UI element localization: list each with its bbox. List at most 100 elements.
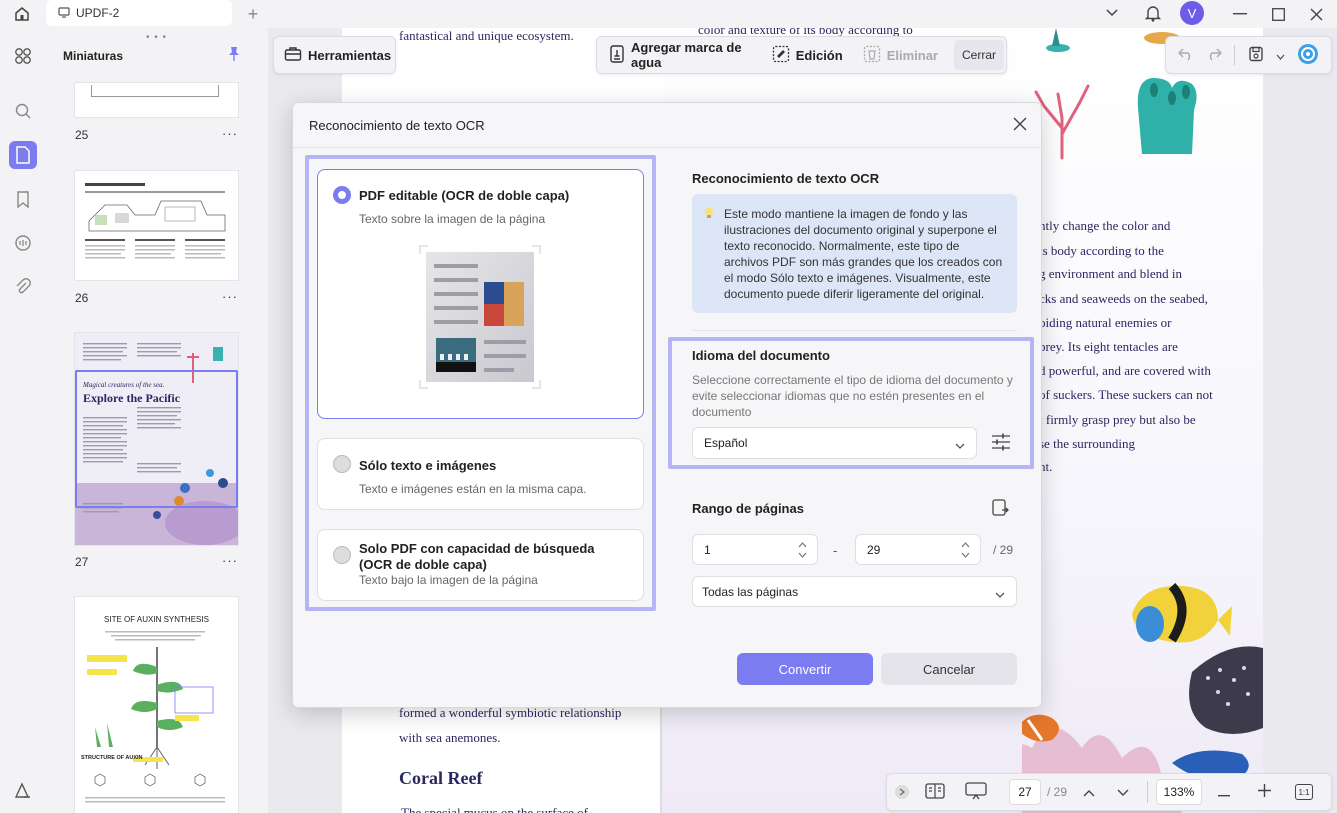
next-page-icon[interactable] [1117,785,1129,800]
left-rail [0,28,46,813]
toolbar-divider [1234,45,1236,65]
range-total: / 29 [993,543,1014,557]
language-value: Español [704,436,748,450]
minimize-icon[interactable] [1230,4,1250,24]
lightbulb-icon [703,206,715,223]
doc-text: se the surrounding [1039,436,1136,451]
thumbnail-page-27[interactable]: Magical creatures of the sea. Explore th… [75,333,238,545]
delete-icon [863,45,881,66]
option-text-images[interactable]: Sólo texto e imágenes Texto e imágenes e… [317,438,644,510]
comment-icon[interactable] [9,229,37,257]
convert-button[interactable]: Convertir [737,653,873,685]
doc-text: of suckers. These suckers can not [1039,387,1213,402]
bookmark-icon[interactable] [9,186,37,214]
option-searchable-pdf[interactable]: Solo PDF con capacidad de búsqueda (OCR … [317,529,644,601]
right-toolbar [1165,36,1332,74]
thumbnail-page-28[interactable]: SITE OF AUXIN SYNTHESIS STRUCTURE OF AUX… [75,597,238,813]
range-from-value: 1 [704,542,711,557]
radio-selected[interactable] [333,186,351,204]
more-options-icon[interactable]: ··· [222,126,238,141]
new-tab-icon[interactable]: + [242,3,264,25]
more-options-icon[interactable]: ··· [222,553,238,568]
chevron-down-icon[interactable] [1276,48,1285,63]
zoom-out-icon[interactable] [1218,785,1231,800]
radio-unselected[interactable] [333,455,351,473]
close-icon[interactable] [1013,117,1031,135]
search-icon[interactable] [9,97,37,125]
chevron-down-icon[interactable] [1102,3,1122,23]
grid-icon[interactable] [9,42,37,70]
doc-text: cks and seaweeds on the seabed, [1039,291,1208,306]
range-select[interactable]: Todas las páginas [692,576,1017,607]
doc-text: prey. Its eight tentacles are [1039,339,1178,354]
thumbnails-icon[interactable] [9,141,37,169]
section-divider [692,330,1017,331]
close-watermark-button[interactable]: Cerrar [953,40,1004,70]
redo-icon[interactable] [1206,47,1223,64]
bottom-toolbar: 27 / 29 133% 1:1 [886,773,1332,811]
range-to-value: 29 [867,542,881,557]
save-icon[interactable] [1248,46,1264,65]
stepper-icon[interactable] [961,541,970,562]
tools-label: Herramientas [308,47,392,63]
avatar[interactable]: V [1180,1,1204,25]
toolbar-divider [1147,781,1149,803]
cancel-button[interactable]: Cancelar [881,653,1017,685]
actual-size-button[interactable]: 1:1 [1295,784,1314,800]
reading-mode-icon[interactable] [925,782,945,802]
presentation-icon[interactable] [965,781,987,803]
document-tab[interactable]: UPDF-2 [46,0,232,26]
page-number: 26 [75,291,89,305]
home-icon[interactable] [10,3,34,25]
drag-handle[interactable]: • • • [146,32,167,43]
panel-title: Miniaturas [63,49,124,63]
page-total: / 29 [1047,785,1068,799]
bell-icon[interactable] [1142,2,1164,24]
close-window-icon[interactable] [1306,4,1326,24]
doc-text: oiding natural enemies or [1039,315,1172,330]
option-subtitle: Texto bajo la imagen de la página [359,573,538,587]
range-from-input[interactable]: 1 [692,534,818,565]
more-options-icon[interactable]: ··· [222,289,238,304]
thumbnail-page-25[interactable] [75,83,238,117]
collapse-arrow-icon[interactable] [895,785,909,799]
toolbox-icon [284,46,302,65]
undo-icon[interactable] [1178,47,1194,64]
info-text: Este modo mantiene la imagen de fondo y … [724,207,1003,301]
option-title: PDF editable (OCR de doble capa) [359,188,570,203]
delete-watermark-button[interactable]: Eliminar [853,37,948,73]
range-to-input[interactable]: 29 [855,534,981,565]
pin-icon[interactable] [227,46,241,65]
stepper-icon[interactable] [798,541,807,562]
ai-assistant-icon[interactable] [1297,43,1319,68]
option-editable-pdf[interactable]: PDF editable (OCR de doble capa) Texto s… [317,169,644,419]
thumbnails-panel: Miniaturas • • • 25 ··· 26 ··· Magical c… [46,28,268,813]
tab-label: UPDF-2 [76,6,120,20]
option-subtitle: Texto e imágenes están en la misma capa. [359,482,587,496]
language-select[interactable]: Español [692,427,977,459]
add-watermark-button[interactable]: Agregar marca de agua [599,37,762,73]
header-divider [293,147,1041,148]
range-select-value: Todas las páginas [702,584,799,599]
layers-icon[interactable] [9,777,37,805]
doc-text: The special mucus on the surface of [401,805,588,813]
page-range-icon[interactable] [991,498,1011,521]
maximize-icon[interactable] [1268,4,1288,24]
attachment-icon[interactable] [9,273,37,301]
page-number: 25 [75,128,89,142]
thumb-heading-small: Magical creatures of the sea. [83,381,165,389]
watermark-toolbar: Agregar marca de agua Edición Eliminar C… [596,36,1007,74]
thumbnail-page-26[interactable] [75,171,238,280]
settings-sliders-icon[interactable] [991,433,1011,454]
doc-text: ts body according to the [1039,243,1164,258]
tab-doc-icon [58,6,70,21]
doc-text: t firmly grasp prey but also be [1039,412,1196,427]
tools-button[interactable]: Herramientas [273,36,396,74]
zoom-in-icon[interactable] [1258,784,1272,800]
page-number-input[interactable]: 27 [1009,779,1041,805]
edit-watermark-button[interactable]: Edición [762,37,853,73]
zoom-level[interactable]: 133% [1156,779,1203,805]
previous-page-icon[interactable] [1083,785,1095,800]
thumb-subtitle: STRUCTURE OF AUXIN [81,755,143,761]
radio-unselected[interactable] [333,546,351,564]
